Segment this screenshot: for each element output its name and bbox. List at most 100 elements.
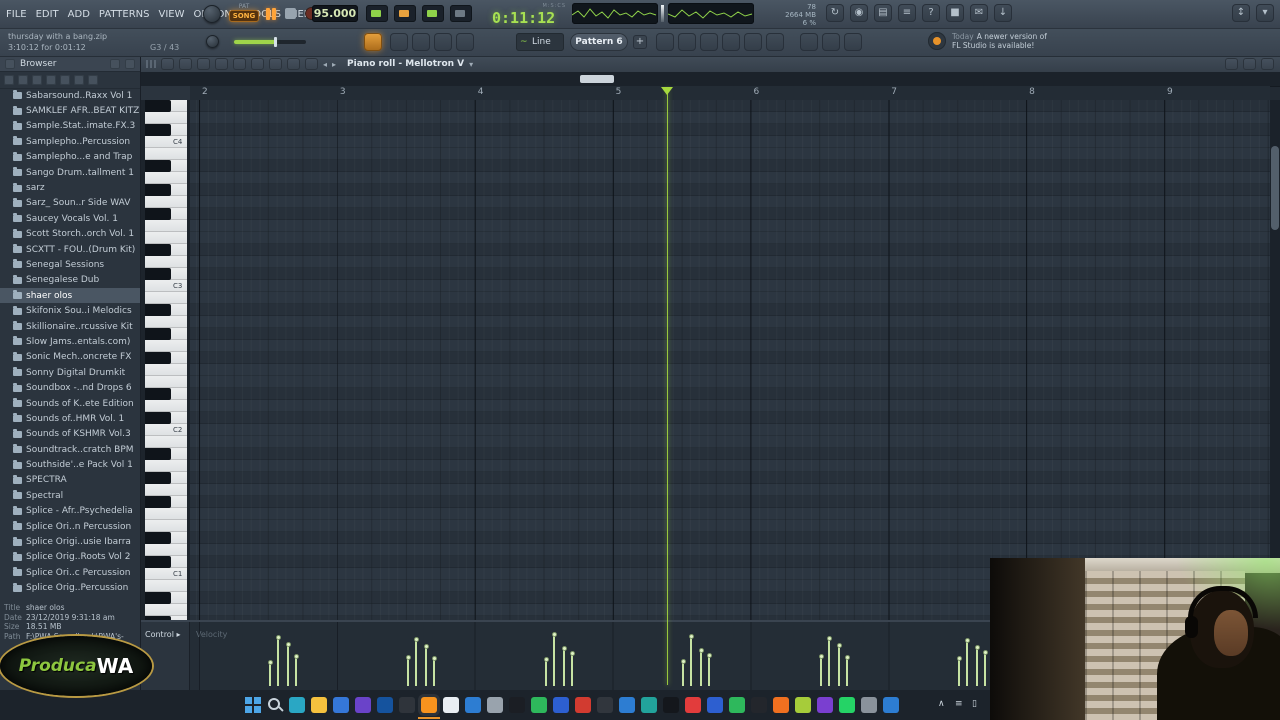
piano-key[interactable] — [145, 436, 187, 448]
velocity-handle[interactable] — [964, 638, 970, 643]
pinned-app-icon[interactable] — [575, 697, 591, 713]
velocity-stem[interactable] — [690, 637, 692, 686]
browser-item[interactable]: Sounds of K..ete Edition — [0, 396, 140, 411]
velocity-stem[interactable] — [571, 654, 573, 686]
velocity-stem[interactable] — [828, 639, 830, 686]
playhead-marker[interactable] — [661, 87, 673, 95]
piano-key[interactable] — [145, 160, 187, 172]
mail-icon[interactable]: ✉ — [970, 4, 988, 22]
window-maximize-icon[interactable] — [1243, 58, 1256, 70]
velocity-stem[interactable] — [682, 662, 684, 686]
slice-icon[interactable] — [251, 58, 264, 70]
pattern-selector-led[interactable] — [366, 5, 388, 22]
piano-key[interactable] — [145, 496, 187, 508]
browser-close-icon[interactable] — [125, 58, 135, 69]
chop-icon[interactable] — [744, 33, 762, 51]
browser-item[interactable]: Scott Storch..orch Vol. 1 — [0, 227, 140, 242]
velocity-handle[interactable] — [982, 650, 988, 655]
velocity-stem[interactable] — [553, 635, 555, 686]
update-notification[interactable]: Today A newer version of FL Studio is ava… — [928, 32, 1047, 50]
zoom-icon[interactable] — [287, 58, 300, 70]
hint-knob[interactable] — [206, 35, 219, 48]
chrome-icon[interactable] — [443, 697, 459, 713]
arpeggiate-icon[interactable] — [722, 33, 740, 51]
file-explorer-icon[interactable] — [311, 697, 327, 713]
browser-item[interactable]: Skifonix Sou..i Melodics — [0, 303, 140, 318]
quantize-icon[interactable] — [700, 33, 718, 51]
browser-item[interactable]: Sonny Digital Drumkit — [0, 365, 140, 380]
velocity-stem[interactable] — [838, 646, 840, 686]
browser-item[interactable]: Sabarsound..Raxx Vol 1 — [0, 88, 140, 103]
piano-key[interactable] — [145, 196, 187, 208]
mixer-icon[interactable]: ▤ — [874, 4, 892, 22]
velocity-handle[interactable] — [836, 643, 842, 648]
browser-item[interactable]: Southside'..e Pack Vol 1 — [0, 457, 140, 472]
piano-key[interactable] — [145, 124, 187, 136]
more-icon[interactable]: ▾ — [1256, 4, 1274, 22]
velocity-handle[interactable] — [293, 654, 299, 659]
window-close-icon[interactable] — [1261, 58, 1274, 70]
piano-key[interactable] — [145, 604, 187, 616]
piano-key[interactable] — [145, 292, 187, 304]
vertical-scrollbar-thumb[interactable] — [1271, 146, 1279, 230]
velocity-handle[interactable] — [267, 660, 273, 665]
mute-icon[interactable] — [233, 58, 246, 70]
browser-item[interactable]: Senegalese Dub — [0, 273, 140, 288]
velocity-handle[interactable] — [569, 651, 575, 656]
browser-item[interactable]: Sample.Stat..imate.FX.3 — [0, 119, 140, 134]
piano-key[interactable] — [145, 256, 187, 268]
browser-item[interactable]: Saucey Vocals Vol. 1 — [0, 211, 140, 226]
piano-key[interactable] — [145, 172, 187, 184]
strum-icon[interactable] — [766, 33, 784, 51]
scrollbar-thumb[interactable] — [580, 75, 614, 83]
wait-for-input-button[interactable] — [422, 5, 444, 22]
piano-key[interactable] — [145, 268, 187, 280]
next-channel-icon[interactable]: ▸ — [332, 60, 336, 69]
velocity-stem[interactable] — [433, 659, 435, 686]
star-icon[interactable] — [46, 75, 56, 85]
velocity-stem[interactable] — [295, 657, 297, 686]
velocity-handle[interactable] — [974, 645, 980, 650]
slider-handle[interactable] — [274, 37, 277, 47]
pinned-app-icon[interactable] — [399, 697, 415, 713]
piano-key[interactable] — [145, 376, 187, 388]
velocity-handle[interactable] — [275, 635, 281, 640]
horizontal-scrollbar[interactable] — [140, 72, 1280, 87]
velocity-handle[interactable] — [706, 653, 712, 658]
piano-key[interactable] — [145, 484, 187, 496]
download-icon[interactable]: ↓ — [994, 4, 1012, 22]
browser-item[interactable]: sarz — [0, 180, 140, 195]
velocity-handle[interactable] — [956, 656, 962, 661]
piano-key[interactable] — [145, 508, 187, 520]
browser-item[interactable]: shaer olos — [0, 288, 140, 304]
magnet-icon[interactable] — [161, 58, 174, 70]
velocity-handle[interactable] — [543, 657, 549, 662]
browser-item[interactable]: Slow Jams..entals.com) — [0, 334, 140, 349]
browser-item[interactable]: Soundtrack..cratch BPM — [0, 442, 140, 457]
velocity-stem[interactable] — [846, 658, 848, 686]
velocity-stem[interactable] — [545, 660, 547, 686]
browser-item[interactable]: SAMKLEF AFR..BEAT KITZ — [0, 103, 140, 118]
pat-song-switch[interactable]: PAT SONG — [229, 3, 259, 22]
pinned-app-icon[interactable] — [773, 697, 789, 713]
piano-key[interactable] — [145, 400, 187, 412]
velocity-handle[interactable] — [551, 632, 557, 637]
pinned-app-icon[interactable] — [817, 697, 833, 713]
pinned-app-icon[interactable] — [729, 697, 745, 713]
piano-key[interactable] — [145, 184, 187, 196]
velocity-stem[interactable] — [976, 648, 978, 686]
browser-item[interactable]: Samplepho...e and Trap — [0, 150, 140, 165]
piano-key[interactable] — [145, 472, 187, 484]
clipboard-icon[interactable] — [800, 33, 818, 51]
browser-item[interactable]: Soundbox -..nd Drops 6 — [0, 380, 140, 395]
piano-key[interactable] — [145, 448, 187, 460]
velocity-stem[interactable] — [415, 640, 417, 686]
vertical-scrollbar[interactable] — [1270, 100, 1280, 620]
metronome-button[interactable] — [394, 5, 416, 22]
playback-icon[interactable] — [305, 58, 318, 70]
pinned-app-icon[interactable] — [289, 697, 305, 713]
piano-key[interactable] — [145, 220, 187, 232]
redo-icon[interactable] — [844, 33, 862, 51]
browser-item[interactable]: Sounds of..HMR Vol. 1 — [0, 411, 140, 426]
speaker-icon[interactable] — [32, 75, 42, 85]
